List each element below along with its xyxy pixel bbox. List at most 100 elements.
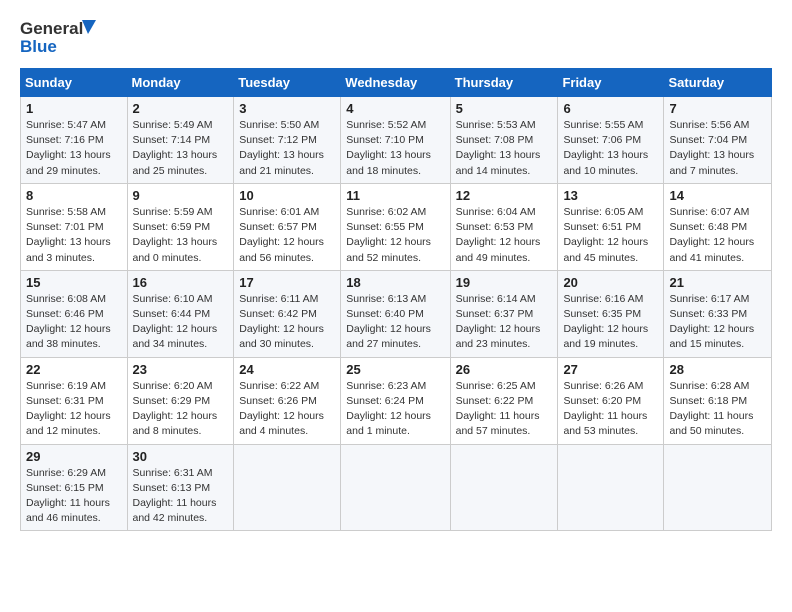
calendar-cell: 13 Sunrise: 6:05 AM Sunset: 6:51 PM Dayli… xyxy=(558,183,664,270)
calendar-week-5: 29 Sunrise: 6:29 AM Sunset: 6:15 PM Dayli… xyxy=(21,444,772,531)
day-number: 12 xyxy=(456,188,553,203)
calendar-cell: 28Sunrise: 6:28 AM Sunset: 6:18 PM Dayli… xyxy=(664,357,772,444)
day-info: Sunrise: 6:04 AM Sunset: 6:53 PM Dayligh… xyxy=(456,205,553,266)
day-number: 1 xyxy=(26,101,122,116)
day-info: Sunrise: 6:17 AM Sunset: 6:33 PM Dayligh… xyxy=(669,292,766,353)
day-info: Sunrise: 6:01 AM Sunset: 6:57 PM Dayligh… xyxy=(239,205,335,266)
calendar-cell: 30 Sunrise: 6:31 AM Sunset: 6:13 PM Dayli… xyxy=(127,444,234,531)
day-info: Sunrise: 6:25 AM Sunset: 6:22 PM Dayligh… xyxy=(456,379,553,440)
day-info: Sunrise: 6:08 AM Sunset: 6:46 PM Dayligh… xyxy=(26,292,122,353)
day-info: Sunrise: 6:23 AM Sunset: 6:24 PM Dayligh… xyxy=(346,379,444,440)
calendar-cell: 9Sunrise: 5:59 AM Sunset: 6:59 PM Daylig… xyxy=(127,183,234,270)
calendar-cell: 10 Sunrise: 6:01 AM Sunset: 6:57 PM Dayli… xyxy=(234,183,341,270)
day-number: 4 xyxy=(346,101,444,116)
calendar-cell: 17 Sunrise: 6:11 AM Sunset: 6:42 PM Dayli… xyxy=(234,270,341,357)
day-number: 19 xyxy=(456,275,553,290)
day-number: 20 xyxy=(563,275,658,290)
col-header-saturday: Saturday xyxy=(664,69,772,97)
calendar-cell: 4 Sunrise: 5:52 AM Sunset: 7:10 PM Daylig… xyxy=(341,97,450,184)
header: General Blue xyxy=(20,16,772,60)
day-number: 23 xyxy=(133,362,229,377)
svg-text:Blue: Blue xyxy=(20,37,57,56)
day-info: Sunrise: 6:11 AM Sunset: 6:42 PM Dayligh… xyxy=(239,292,335,353)
day-number: 21 xyxy=(669,275,766,290)
svg-text:General: General xyxy=(20,19,83,38)
day-number: 16 xyxy=(133,275,229,290)
day-number: 30 xyxy=(133,449,229,464)
calendar-cell: 11 Sunrise: 6:02 AM Sunset: 6:55 PM Dayli… xyxy=(341,183,450,270)
day-number: 5 xyxy=(456,101,553,116)
day-info: Sunrise: 6:20 AM Sunset: 6:29 PM Dayligh… xyxy=(133,379,229,440)
calendar-cell xyxy=(234,444,341,531)
logo-svg: General Blue xyxy=(20,16,100,60)
day-info: Sunrise: 5:47 AM Sunset: 7:16 PM Dayligh… xyxy=(26,118,122,179)
day-number: 11 xyxy=(346,188,444,203)
day-info: Sunrise: 6:10 AM Sunset: 6:44 PM Dayligh… xyxy=(133,292,229,353)
day-info: Sunrise: 5:53 AM Sunset: 7:08 PM Dayligh… xyxy=(456,118,553,179)
col-header-thursday: Thursday xyxy=(450,69,558,97)
day-info: Sunrise: 6:05 AM Sunset: 6:51 PM Dayligh… xyxy=(563,205,658,266)
day-info: Sunrise: 6:29 AM Sunset: 6:15 PM Dayligh… xyxy=(26,466,122,527)
col-header-monday: Monday xyxy=(127,69,234,97)
calendar-cell: 16 Sunrise: 6:10 AM Sunset: 6:44 PM Dayli… xyxy=(127,270,234,357)
day-info: Sunrise: 6:16 AM Sunset: 6:35 PM Dayligh… xyxy=(563,292,658,353)
calendar-cell: 23 Sunrise: 6:20 AM Sunset: 6:29 PM Dayli… xyxy=(127,357,234,444)
day-number: 29 xyxy=(26,449,122,464)
day-number: 7 xyxy=(669,101,766,116)
col-header-friday: Friday xyxy=(558,69,664,97)
day-info: Sunrise: 6:14 AM Sunset: 6:37 PM Dayligh… xyxy=(456,292,553,353)
day-number: 25 xyxy=(346,362,444,377)
calendar-cell: 3 Sunrise: 5:50 AM Sunset: 7:12 PM Daylig… xyxy=(234,97,341,184)
day-number: 14 xyxy=(669,188,766,203)
calendar-week-1: 1 Sunrise: 5:47 AM Sunset: 7:16 PM Daylig… xyxy=(21,97,772,184)
day-info: Sunrise: 5:50 AM Sunset: 7:12 PM Dayligh… xyxy=(239,118,335,179)
col-header-sunday: Sunday xyxy=(21,69,128,97)
day-number: 13 xyxy=(563,188,658,203)
day-info: Sunrise: 6:19 AM Sunset: 6:31 PM Dayligh… xyxy=(26,379,122,440)
calendar-cell: 20 Sunrise: 6:16 AM Sunset: 6:35 PM Dayli… xyxy=(558,270,664,357)
calendar-table: SundayMondayTuesdayWednesdayThursdayFrid… xyxy=(20,68,772,531)
calendar-cell: 14Sunrise: 6:07 AM Sunset: 6:48 PM Dayli… xyxy=(664,183,772,270)
day-number: 10 xyxy=(239,188,335,203)
logo: General Blue xyxy=(20,16,100,60)
calendar-cell xyxy=(558,444,664,531)
day-info: Sunrise: 6:22 AM Sunset: 6:26 PM Dayligh… xyxy=(239,379,335,440)
day-info: Sunrise: 5:59 AM Sunset: 6:59 PM Dayligh… xyxy=(133,205,229,266)
day-info: Sunrise: 5:52 AM Sunset: 7:10 PM Dayligh… xyxy=(346,118,444,179)
calendar-cell: 27 Sunrise: 6:26 AM Sunset: 6:20 PM Dayli… xyxy=(558,357,664,444)
col-header-wednesday: Wednesday xyxy=(341,69,450,97)
calendar-cell: 18Sunrise: 6:13 AM Sunset: 6:40 PM Dayli… xyxy=(341,270,450,357)
calendar-cell: 7Sunrise: 5:56 AM Sunset: 7:04 PM Daylig… xyxy=(664,97,772,184)
calendar-cell: 25 Sunrise: 6:23 AM Sunset: 6:24 PM Dayli… xyxy=(341,357,450,444)
calendar-cell xyxy=(450,444,558,531)
calendar-cell: 26Sunrise: 6:25 AM Sunset: 6:22 PM Dayli… xyxy=(450,357,558,444)
calendar-cell: 21 Sunrise: 6:17 AM Sunset: 6:33 PM Dayli… xyxy=(664,270,772,357)
day-info: Sunrise: 6:26 AM Sunset: 6:20 PM Dayligh… xyxy=(563,379,658,440)
calendar-cell: 6 Sunrise: 5:55 AM Sunset: 7:06 PM Daylig… xyxy=(558,97,664,184)
calendar-cell: 12 Sunrise: 6:04 AM Sunset: 6:53 PM Dayli… xyxy=(450,183,558,270)
day-number: 3 xyxy=(239,101,335,116)
day-info: Sunrise: 6:02 AM Sunset: 6:55 PM Dayligh… xyxy=(346,205,444,266)
calendar-cell: 8Sunrise: 5:58 AM Sunset: 7:01 PM Daylig… xyxy=(21,183,128,270)
day-number: 22 xyxy=(26,362,122,377)
page: General Blue SundayMondayTuesdayWednesda… xyxy=(0,0,792,547)
day-number: 17 xyxy=(239,275,335,290)
day-number: 15 xyxy=(26,275,122,290)
day-info: Sunrise: 5:55 AM Sunset: 7:06 PM Dayligh… xyxy=(563,118,658,179)
calendar-cell: 19 Sunrise: 6:14 AM Sunset: 6:37 PM Dayli… xyxy=(450,270,558,357)
day-info: Sunrise: 5:49 AM Sunset: 7:14 PM Dayligh… xyxy=(133,118,229,179)
day-number: 6 xyxy=(563,101,658,116)
day-info: Sunrise: 6:28 AM Sunset: 6:18 PM Dayligh… xyxy=(669,379,766,440)
calendar-header-row: SundayMondayTuesdayWednesdayThursdayFrid… xyxy=(21,69,772,97)
day-number: 8 xyxy=(26,188,122,203)
day-info: Sunrise: 6:31 AM Sunset: 6:13 PM Dayligh… xyxy=(133,466,229,527)
calendar-week-3: 15 Sunrise: 6:08 AM Sunset: 6:46 PM Dayli… xyxy=(21,270,772,357)
calendar-cell: 15 Sunrise: 6:08 AM Sunset: 6:46 PM Dayli… xyxy=(21,270,128,357)
calendar-cell: 1 Sunrise: 5:47 AM Sunset: 7:16 PM Daylig… xyxy=(21,97,128,184)
calendar-cell: 24Sunrise: 6:22 AM Sunset: 6:26 PM Dayli… xyxy=(234,357,341,444)
calendar-week-2: 8Sunrise: 5:58 AM Sunset: 7:01 PM Daylig… xyxy=(21,183,772,270)
calendar-cell: 22 Sunrise: 6:19 AM Sunset: 6:31 PM Dayli… xyxy=(21,357,128,444)
day-number: 27 xyxy=(563,362,658,377)
calendar-week-4: 22 Sunrise: 6:19 AM Sunset: 6:31 PM Dayli… xyxy=(21,357,772,444)
day-number: 18 xyxy=(346,275,444,290)
